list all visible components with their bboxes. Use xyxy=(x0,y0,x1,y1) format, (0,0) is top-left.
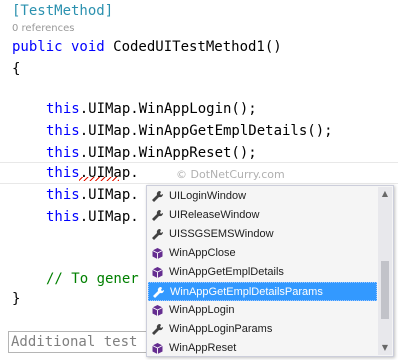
completion-item-winappreset[interactable]: WinAppReset xyxy=(148,339,377,358)
completion-label: WinAppLoginParams xyxy=(169,323,273,335)
additional-test-text: Additional test xyxy=(11,334,138,350)
references-codelens[interactable]: 0 references xyxy=(12,22,75,36)
statement-text: .UIMap. xyxy=(79,209,139,225)
method-cube-icon xyxy=(152,248,163,259)
code-line-signature: public void CodedUITestMethod1() xyxy=(12,36,282,58)
code-line-partial-1: this.UIMap. xyxy=(46,184,139,206)
intellisense-scrollbar[interactable]: ▲ ▼ xyxy=(378,187,392,355)
this-keyword: this xyxy=(46,209,80,225)
completion-label: WinAppGetEmplDetails xyxy=(169,266,284,278)
completion-label: WinAppClose xyxy=(169,247,236,259)
completion-item-winappclose[interactable]: WinAppClose xyxy=(148,244,377,263)
wrench-icon xyxy=(152,209,164,221)
completion-label: WinAppReset xyxy=(169,342,237,354)
wrench-icon xyxy=(153,286,165,298)
this-keyword: this xyxy=(46,123,80,139)
completion-item-winappgetempldetails[interactable]: WinAppGetEmplDetails xyxy=(148,263,377,282)
keyword-text: public void xyxy=(12,39,105,55)
this-keyword: this xyxy=(46,165,80,181)
wrench-icon xyxy=(152,228,164,240)
code-line-get-details: this.UIMap.WinAppGetEmplDetails(); xyxy=(46,120,333,142)
intellisense-popup[interactable]: UILoginWindow UIReleaseWindow UISSGSEMSW… xyxy=(146,185,394,357)
method-cube-icon xyxy=(152,305,163,316)
scrollbar-thumb[interactable] xyxy=(381,261,389,319)
completion-item-uissgsemswindow[interactable]: UISSGSEMSWindow xyxy=(148,225,377,244)
statement-text: .UIMap.WinAppGetEmplDetails(); xyxy=(79,123,333,139)
attribute-text: [TestMethod] xyxy=(12,3,114,19)
this-keyword: this xyxy=(46,187,80,203)
this-keyword: this xyxy=(46,145,80,161)
method-cube-icon xyxy=(152,343,163,354)
statement-text: .UIMap.WinAppLogin(); xyxy=(79,101,257,117)
wrench-icon xyxy=(152,190,164,202)
scroll-up-arrow-icon[interactable]: ▲ xyxy=(378,187,392,201)
completion-label: WinAppGetEmplDetailsParams xyxy=(170,286,323,298)
this-keyword: this xyxy=(46,101,80,117)
completion-label: WinAppLogin xyxy=(169,304,235,316)
completion-label: UIReleaseWindow xyxy=(169,209,260,221)
code-line-partial-2: this.UIMap. xyxy=(46,206,139,228)
completion-item-winapplogin[interactable]: WinAppLogin xyxy=(148,301,377,320)
method-cube-icon xyxy=(152,267,163,278)
completion-item-winapploginparams[interactable]: WinAppLoginParams xyxy=(148,320,377,339)
wrench-icon xyxy=(152,323,164,335)
method-name-text: CodedUITestMethod1() xyxy=(104,39,282,55)
completion-label: UISSGSEMSWindow xyxy=(169,228,274,240)
watermark-text: © DotNetCurry.com xyxy=(176,168,285,181)
code-line-login: this.UIMap.WinAppLogin(); xyxy=(46,98,257,120)
code-line-close-brace: } xyxy=(12,291,21,307)
completion-item-uiloginwindow[interactable]: UILoginWindow xyxy=(148,187,377,206)
completion-label: UILoginWindow xyxy=(169,190,247,202)
scroll-down-arrow-icon[interactable]: ▼ xyxy=(378,341,392,355)
code-line-comment: // To gener xyxy=(46,271,139,287)
completion-item-winappgetempldetailsparams[interactable]: WinAppGetEmplDetailsParams xyxy=(148,282,377,301)
error-squiggle xyxy=(79,177,119,181)
completion-item-uireleasewindow[interactable]: UIReleaseWindow xyxy=(148,206,377,225)
code-line-reset: this.UIMap.WinAppReset(); xyxy=(46,142,257,164)
statement-text: .UIMap.WinAppReset(); xyxy=(79,145,257,161)
code-line-attribute: [TestMethod] xyxy=(12,0,113,22)
statement-text: .UIMap. xyxy=(79,187,139,203)
code-line-open-brace: { xyxy=(12,61,21,77)
